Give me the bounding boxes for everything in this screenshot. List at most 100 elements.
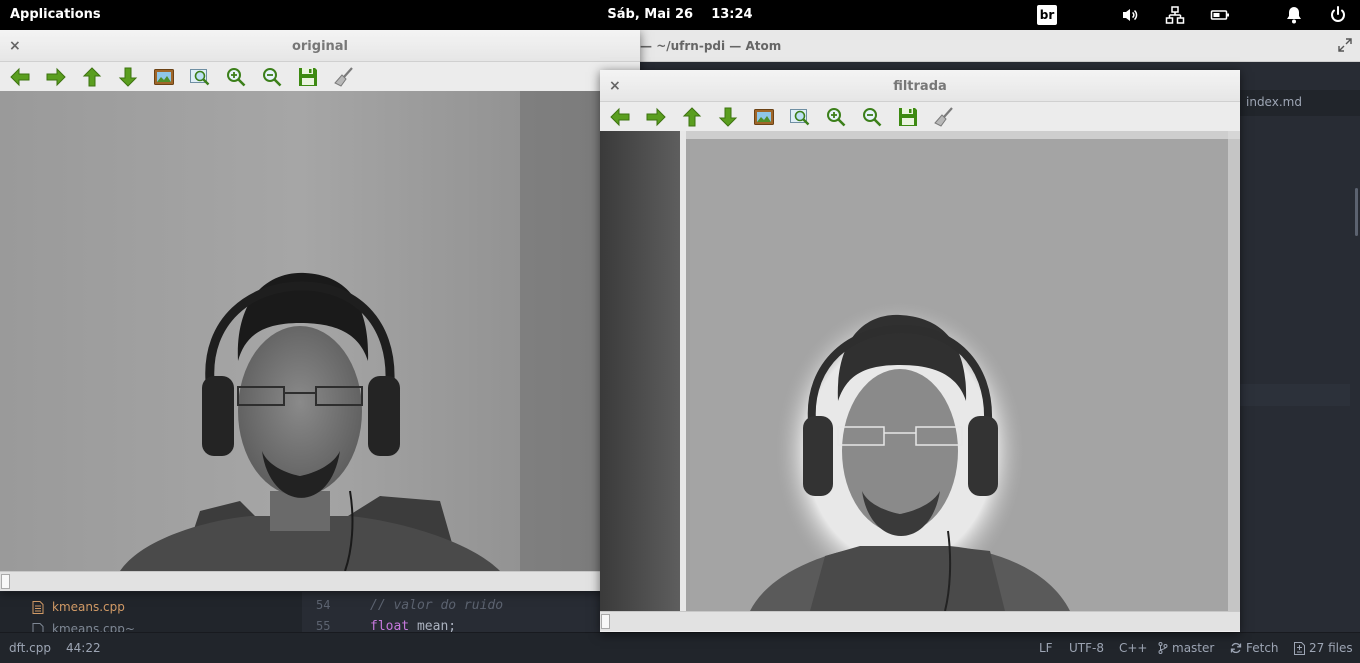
sync-icon [1230, 642, 1242, 654]
window-titlebar[interactable]: × filtrada [600, 70, 1240, 102]
clock: Sáb, Mai 26 13:24 [0, 7, 1360, 22]
zoom-fit-button[interactable] [188, 65, 212, 89]
arrow-down-icon [118, 67, 138, 87]
image-icon [754, 108, 774, 125]
status-line-ending[interactable]: LF [1039, 641, 1053, 655]
applications-menu[interactable]: Applications [10, 7, 101, 22]
pan-left-button[interactable] [608, 105, 632, 129]
battery-icon[interactable] [1210, 5, 1230, 25]
clock-date[interactable]: Sáb, Mai 26 [607, 7, 693, 22]
clear-icon [334, 66, 353, 87]
zoom-out-icon [863, 107, 882, 126]
atom-titlebar[interactable]: — ~/ufrn-pdi — Atom [640, 30, 1360, 62]
status-fetch-label: Fetch [1246, 641, 1279, 655]
pan-up-button[interactable] [680, 105, 704, 129]
properties-button[interactable] [332, 65, 356, 89]
clock-time[interactable]: 13:24 [711, 7, 752, 22]
window-original: × original [0, 30, 640, 591]
atom-window-title: — ~/ufrn-pdi — Atom [640, 39, 782, 53]
pan-right-button[interactable] [44, 65, 68, 89]
line-number-gutter: 54 55 [302, 592, 362, 633]
editor-scrollbar[interactable] [1355, 188, 1358, 236]
notifications-icon[interactable] [1284, 5, 1304, 25]
window-title: original [291, 39, 349, 54]
arrow-up-icon [82, 66, 102, 86]
horizontal-scrollbar[interactable] [0, 571, 640, 591]
keyboard-layout-indicator[interactable]: br [1037, 5, 1057, 25]
status-fetch[interactable]: Fetch [1230, 641, 1279, 655]
pan-up-button[interactable] [80, 65, 104, 89]
tree-view: kmeans.cpp kmeans.cpp~ [0, 592, 302, 632]
tab-index-md[interactable]: index.md [1246, 95, 1302, 109]
zoom-fit-button[interactable] [788, 105, 812, 129]
pan-left-button[interactable] [8, 65, 32, 89]
pan-down-button[interactable] [116, 65, 140, 89]
atom-editor-pane[interactable] [1240, 116, 1360, 632]
maximize-icon[interactable] [1338, 38, 1352, 52]
tree-item-kmeans-cpp[interactable]: kmeans.cpp [32, 600, 125, 614]
webcam-image-filtered [600, 131, 1240, 611]
tree-item-kmeans-cpp-backup[interactable]: kmeans.cpp~ [32, 622, 135, 632]
status-files-label: 27 files [1309, 641, 1353, 655]
save-icon [899, 107, 917, 126]
status-encoding[interactable]: UTF-8 [1069, 641, 1104, 655]
line-number: 54 [316, 598, 331, 612]
code-area[interactable]: // valor do ruido float mean; [362, 592, 602, 634]
file-text-icon [32, 600, 44, 614]
zoom-fit-icon [790, 108, 810, 125]
status-cursor-position[interactable]: 44:22 [66, 641, 101, 655]
reset-zoom-button[interactable] [152, 65, 176, 89]
git-branch-icon [1158, 642, 1168, 654]
window-title: filtrada [893, 79, 947, 94]
status-files[interactable]: 27 files [1294, 641, 1353, 655]
arrow-right-icon [646, 107, 666, 126]
reset-zoom-button[interactable] [752, 105, 776, 129]
file-text-icon [32, 622, 44, 632]
save-image-button[interactable] [896, 105, 920, 129]
cursor-line-highlight [1240, 384, 1350, 406]
volume-icon[interactable] [1120, 5, 1140, 25]
arrow-up-icon [682, 106, 702, 126]
code-comment: // valor do ruido [370, 598, 504, 613]
line-number: 55 [316, 619, 331, 633]
image-canvas-original[interactable] [0, 91, 600, 571]
save-icon [299, 67, 317, 86]
zoom-out-button[interactable] [860, 105, 884, 129]
atom-tab-bar: index.md [1240, 90, 1360, 116]
status-branch[interactable]: master [1158, 641, 1214, 655]
pan-right-button[interactable] [644, 105, 668, 129]
atom-title-text: ~/ufrn-pdi — Atom [656, 39, 782, 53]
window-titlebar[interactable]: × original [0, 30, 640, 62]
arrow-right-icon [46, 67, 66, 86]
save-image-button[interactable] [296, 65, 320, 89]
zoom-in-button[interactable] [224, 65, 248, 89]
top-panel: Applications Sáb, Mai 26 13:24 br [0, 0, 1360, 30]
properties-button[interactable] [932, 105, 956, 129]
status-grammar[interactable]: C++ [1119, 641, 1148, 655]
image-canvas-filtrada[interactable] [600, 131, 1240, 611]
arrow-left-icon [10, 67, 30, 86]
zoom-in-icon [827, 107, 846, 126]
arrow-down-icon [718, 107, 738, 127]
power-icon[interactable] [1328, 5, 1348, 25]
pan-down-button[interactable] [716, 105, 740, 129]
tree-item-label: kmeans.cpp [52, 600, 125, 614]
network-icon[interactable] [1165, 5, 1185, 25]
tree-item-label: kmeans.cpp~ [52, 622, 135, 632]
status-file[interactable]: dft.cpp [9, 641, 51, 655]
image-icon [154, 68, 174, 85]
webcam-image-original [0, 91, 600, 571]
horizontal-scrollbar[interactable] [600, 611, 1240, 631]
scrollbar-thumb[interactable] [1, 574, 10, 589]
clear-icon [934, 106, 953, 127]
zoom-out-icon [263, 67, 282, 86]
diff-icon [1294, 641, 1305, 655]
image-toolbar [600, 102, 1240, 131]
zoom-fit-icon [190, 68, 210, 85]
arrow-left-icon [610, 107, 630, 126]
window-filtrada: × filtrada [600, 70, 1240, 632]
zoom-in-icon [227, 67, 246, 86]
scrollbar-thumb[interactable] [601, 614, 610, 629]
zoom-out-button[interactable] [260, 65, 284, 89]
zoom-in-button[interactable] [824, 105, 848, 129]
